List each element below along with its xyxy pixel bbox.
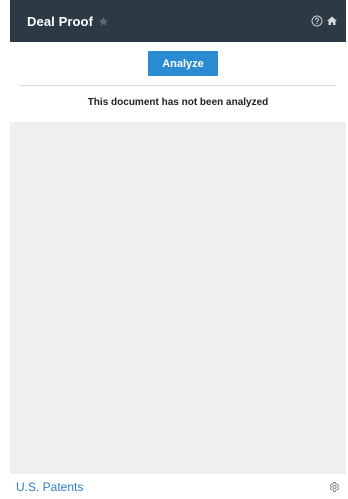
app-header: Deal Proof [10, 0, 346, 42]
app-title: Deal Proof [27, 13, 94, 29]
help-circle-icon[interactable] [311, 15, 323, 27]
deal-proof-panel: Deal Proof Analyze This document has not… [10, 0, 346, 499]
analyze-button[interactable]: Analyze [148, 51, 218, 76]
home-icon[interactable] [326, 15, 338, 27]
us-patents-link[interactable]: U.S. Patents [16, 480, 83, 494]
results-content-area [10, 122, 346, 474]
analyze-section: Analyze This document has not been analy… [10, 42, 346, 122]
section-divider [20, 85, 336, 86]
footer-bar: U.S. Patents [10, 474, 346, 499]
gear-icon[interactable] [328, 481, 340, 493]
star-icon[interactable] [98, 16, 109, 27]
analysis-status-text: This document has not been analyzed [87, 97, 269, 108]
